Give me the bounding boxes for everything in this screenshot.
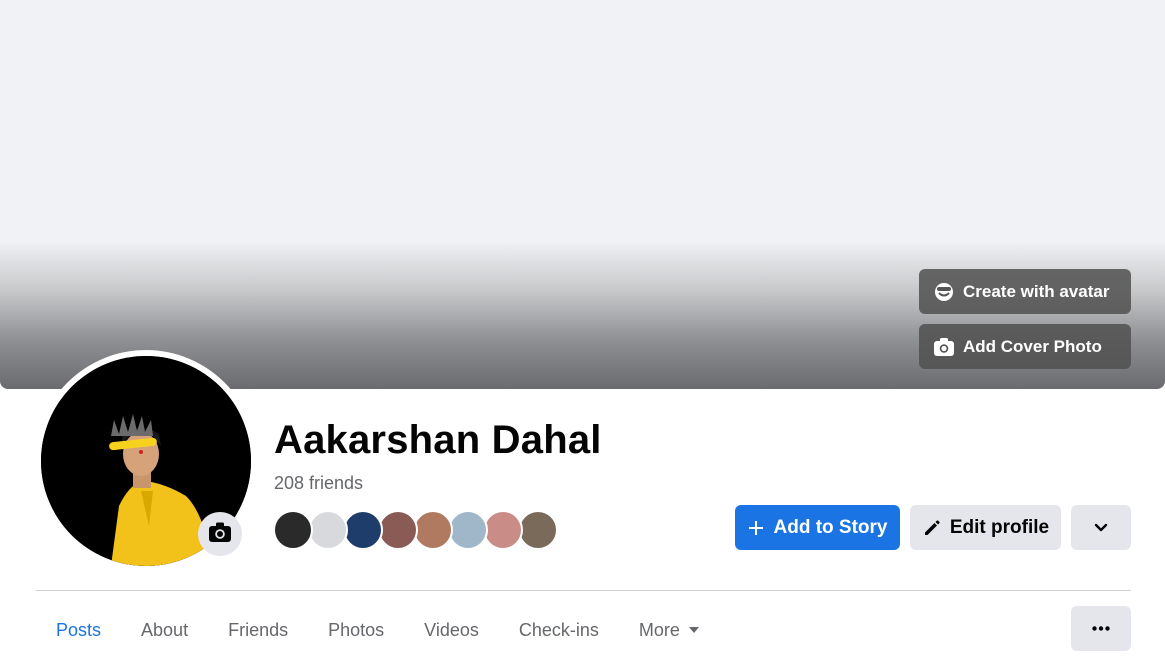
tab-friends[interactable]: Friends xyxy=(208,608,308,652)
change-profile-picture-button[interactable] xyxy=(198,512,242,556)
camera-icon xyxy=(933,336,955,358)
add-cover-photo-label: Add Cover Photo xyxy=(963,336,1102,356)
profile-options-dropdown-button[interactable] xyxy=(1071,505,1131,550)
profile-divider xyxy=(36,590,1131,591)
create-with-avatar-button[interactable]: Create with avatar xyxy=(919,269,1131,314)
plus-icon xyxy=(748,520,764,536)
friend-avatar[interactable] xyxy=(518,510,558,550)
friend-avatar[interactable] xyxy=(273,510,313,550)
tab-label: Posts xyxy=(56,619,102,640)
tab-label: About xyxy=(141,619,189,640)
add-to-story-button[interactable]: Add to Story xyxy=(735,505,900,550)
more-dots-icon xyxy=(1092,626,1110,631)
camera-icon xyxy=(208,521,232,548)
profile-name: Aakarshan Dahal xyxy=(274,418,602,462)
friend-avatar[interactable] xyxy=(343,510,383,550)
profile-tabs: Posts About Friends Photos Videos Check-… xyxy=(36,608,720,652)
avatar-icon xyxy=(933,281,955,303)
caret-down-icon xyxy=(688,626,700,634)
tab-label: More xyxy=(638,619,680,640)
edit-profile-label: Edit profile xyxy=(949,516,1050,538)
chevron-down-icon xyxy=(1094,523,1108,533)
friends-count-link[interactable]: 208 friends xyxy=(274,473,363,494)
tab-about[interactable]: About xyxy=(121,608,208,652)
add-to-story-label: Add to Story xyxy=(773,516,888,538)
tab-photos[interactable]: Photos xyxy=(308,608,404,652)
edit-profile-button[interactable]: Edit profile xyxy=(910,505,1061,550)
friend-avatars xyxy=(273,510,558,550)
more-options-button[interactable] xyxy=(1071,606,1131,651)
friend-avatar[interactable] xyxy=(378,510,418,550)
friend-avatar[interactable] xyxy=(308,510,348,550)
tab-more[interactable]: More xyxy=(619,608,720,652)
tab-posts[interactable]: Posts xyxy=(36,608,121,652)
tab-label: Check-ins xyxy=(518,619,599,640)
create-with-avatar-label: Create with avatar xyxy=(963,281,1110,301)
friend-avatar[interactable] xyxy=(483,510,523,550)
tab-check-ins[interactable]: Check-ins xyxy=(499,608,619,652)
friend-avatar[interactable] xyxy=(413,510,453,550)
add-cover-photo-button[interactable]: Add Cover Photo xyxy=(919,324,1131,369)
tab-label: Friends xyxy=(228,619,289,640)
tab-label: Photos xyxy=(328,619,385,640)
pencil-icon xyxy=(922,518,942,538)
tab-videos[interactable]: Videos xyxy=(404,608,499,652)
friend-avatar[interactable] xyxy=(448,510,488,550)
tab-label: Videos xyxy=(424,619,479,640)
